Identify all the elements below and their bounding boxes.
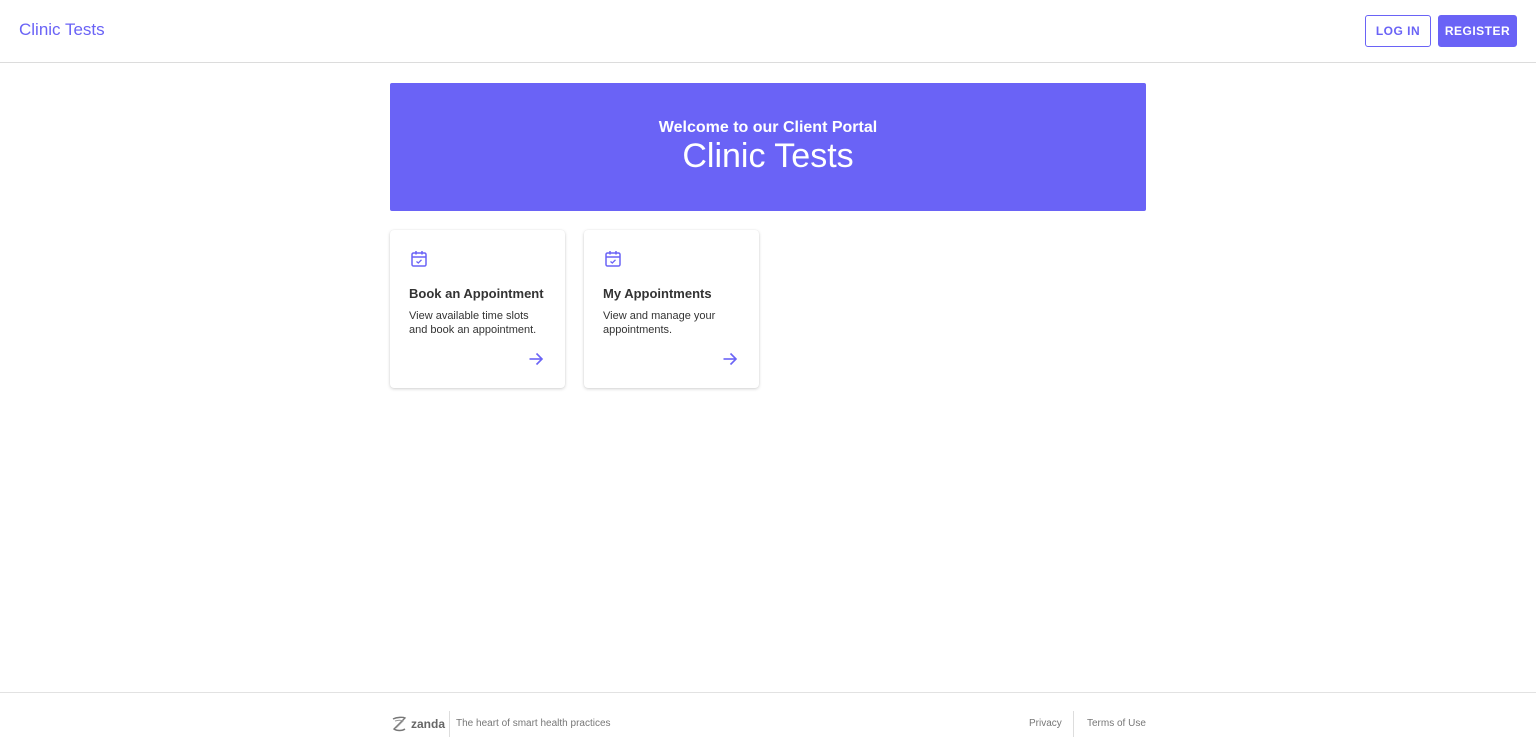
brand-link[interactable]: Clinic Tests xyxy=(19,20,105,40)
welcome-banner: Welcome to our Client Portal Clinic Test… xyxy=(390,83,1146,211)
logo-text: zanda xyxy=(411,717,446,731)
calendar-check-icon xyxy=(411,251,427,267)
banner-title: Clinic Tests xyxy=(682,137,854,175)
calendar-check-icon xyxy=(605,251,621,267)
banner-subtitle: Welcome to our Client Portal xyxy=(658,119,878,136)
top-bar: Clinic Tests LOG IN REGISTER xyxy=(0,0,1536,63)
footer: zanda The heart of smart health practice… xyxy=(0,692,1536,756)
arrow-right-icon[interactable] xyxy=(722,351,738,367)
card-title: My Appointments xyxy=(603,286,712,301)
divider xyxy=(449,711,450,737)
login-button[interactable]: LOG IN xyxy=(1365,15,1431,47)
zanda-logo-icon xyxy=(392,716,407,732)
book-appointment-card[interactable]: Book an Appointment View available time … xyxy=(390,230,565,388)
zanda-logo[interactable]: zanda xyxy=(390,715,445,733)
card-description: View and manage your appointments. xyxy=(603,310,716,336)
card-description: View available time slots and book an ap… xyxy=(409,310,537,336)
register-button[interactable]: REGISTER xyxy=(1438,15,1517,47)
footer-tagline: The heart of smart health practices xyxy=(456,718,611,729)
privacy-link[interactable]: Privacy xyxy=(1029,718,1062,729)
divider xyxy=(1073,711,1074,737)
card-title: Book an Appointment xyxy=(409,286,544,301)
my-appointments-card[interactable]: My Appointments View and manage your app… xyxy=(584,230,759,388)
terms-link[interactable]: Terms of Use xyxy=(1087,718,1146,729)
arrow-right-icon[interactable] xyxy=(528,351,544,367)
